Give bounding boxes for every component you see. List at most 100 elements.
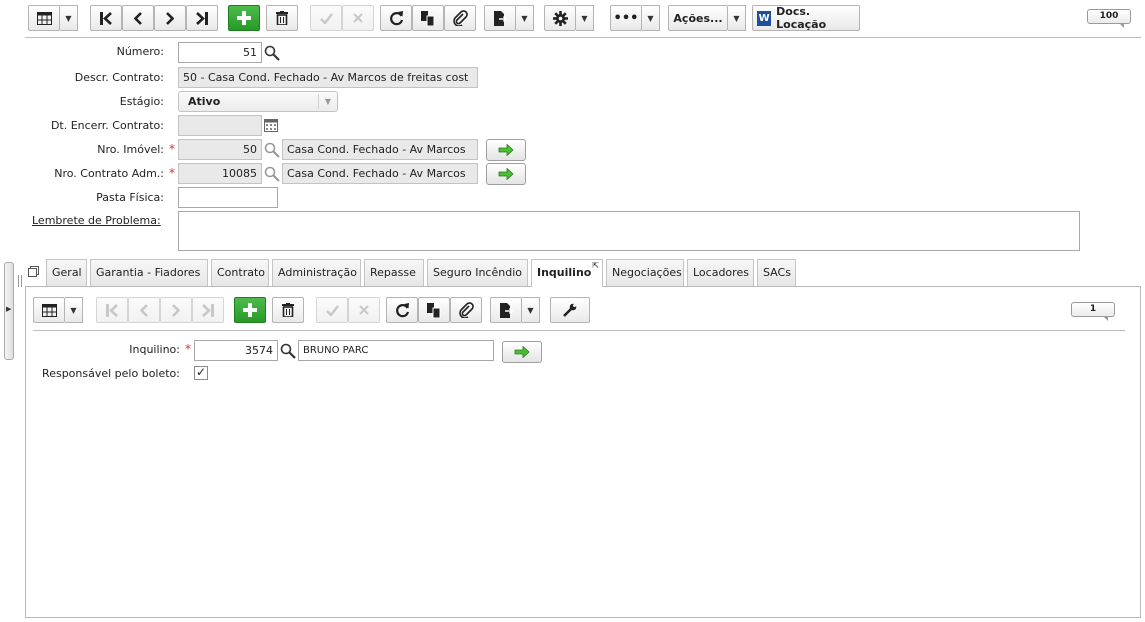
search-icon[interactable] xyxy=(264,142,280,158)
tab-contrato[interactable]: Contrato xyxy=(211,259,269,286)
calendar-icon[interactable] xyxy=(264,119,278,132)
chevron-down-icon: ▼ xyxy=(70,305,77,315)
lembrete-textarea[interactable] xyxy=(178,211,1080,251)
report-button[interactable] xyxy=(484,5,516,31)
panel-prev-record-button[interactable] xyxy=(128,297,160,323)
descr-contrato-field: 50 - Casa Cond. Fechado - Av Marcos de f… xyxy=(178,67,478,88)
first-record-icon xyxy=(106,303,118,317)
inquilino-go-button[interactable] xyxy=(502,341,542,363)
attach-button[interactable] xyxy=(444,5,476,31)
panel-first-record-button[interactable] xyxy=(96,297,128,323)
lembrete-label[interactable]: Lembrete de Problema: xyxy=(32,214,161,227)
last-record-icon xyxy=(202,303,214,317)
add-record-button[interactable] xyxy=(228,5,260,31)
prev-record-icon xyxy=(134,11,142,25)
acoes-button[interactable]: Ações... xyxy=(668,5,728,31)
first-record-icon xyxy=(100,11,112,25)
tab-sacs[interactable]: SACs xyxy=(757,259,796,286)
panel-report-dropdown[interactable]: ▼ xyxy=(522,297,540,323)
cancel-icon xyxy=(353,13,363,23)
chevron-down-icon: ▼ xyxy=(521,13,528,23)
panel-report-button[interactable] xyxy=(490,297,522,323)
dt-encerr-label: Dt. Encerr. Contrato: xyxy=(50,119,164,132)
undock-icon[interactable]: ⇱ xyxy=(592,261,599,270)
settings-dropdown[interactable]: ▼ xyxy=(576,5,594,31)
nro-contrato-adm-go-button[interactable] xyxy=(486,163,526,185)
save-button[interactable] xyxy=(310,5,342,31)
panel-next-record-button[interactable] xyxy=(160,297,192,323)
nro-contrato-adm-input[interactable]: 10085 xyxy=(178,163,262,184)
first-record-button[interactable] xyxy=(90,5,122,31)
delete-icon xyxy=(282,303,294,317)
tab-inquilino[interactable]: Inquilino ⇱ xyxy=(531,259,603,287)
nro-imovel-go-button[interactable] xyxy=(486,139,526,161)
panel-refresh-button[interactable] xyxy=(386,297,418,323)
settings-button[interactable] xyxy=(544,5,576,31)
window-icon[interactable] xyxy=(28,266,39,277)
acoes-dropdown[interactable]: ▼ xyxy=(728,5,746,31)
search-icon[interactable] xyxy=(264,45,280,61)
panel-save-button[interactable] xyxy=(316,297,348,323)
panel-grid-view-dropdown[interactable]: ▼ xyxy=(65,297,83,323)
tab-geral[interactable]: Geral xyxy=(46,259,87,286)
numero-input[interactable]: 51 xyxy=(178,42,262,63)
wrench-icon xyxy=(563,303,577,317)
tab-repasse[interactable]: Repasse xyxy=(364,259,424,286)
pasta-fisica-input[interactable] xyxy=(178,187,278,208)
search-icon[interactable] xyxy=(264,166,280,182)
copy-icon xyxy=(427,302,441,318)
tab-inquilino-label: Inquilino xyxy=(537,266,592,279)
refresh-button[interactable] xyxy=(380,5,412,31)
panel-last-record-button[interactable] xyxy=(192,297,224,323)
refresh-icon xyxy=(389,10,403,25)
estagio-select[interactable]: Ativo ▼ xyxy=(178,91,338,112)
refresh-icon xyxy=(395,302,409,317)
copy-button[interactable] xyxy=(412,5,444,31)
last-record-button[interactable] xyxy=(186,5,218,31)
panel-delete-button[interactable] xyxy=(272,297,304,323)
nro-imovel-label: Nro. Imóvel: xyxy=(97,143,164,156)
docs-locacao-label: Docs. Locação xyxy=(776,5,827,31)
panel-attach-button[interactable] xyxy=(450,297,482,323)
nro-imovel-input[interactable]: 50 xyxy=(178,139,262,160)
delete-record-button[interactable] xyxy=(266,5,298,31)
side-panel-toggle[interactable]: ▶ xyxy=(4,262,14,360)
panel-add-button[interactable] xyxy=(234,297,266,323)
panel-cancel-button[interactable] xyxy=(348,297,380,323)
drag-handle[interactable] xyxy=(18,275,22,287)
grid-icon xyxy=(41,303,57,317)
grid-view-dropdown[interactable]: ▼ xyxy=(60,5,78,31)
docs-locacao-button[interactable]: W Docs. Locação xyxy=(752,5,860,31)
next-record-button[interactable] xyxy=(154,5,186,31)
dt-encerr-input[interactable] xyxy=(178,115,262,136)
arrow-right-icon xyxy=(514,346,530,358)
more-button[interactable]: ••• xyxy=(610,5,642,31)
attach-icon xyxy=(453,10,468,26)
next-record-icon xyxy=(172,303,180,317)
numero-label: Número: xyxy=(116,45,164,58)
nro-contrato-adm-desc: Casa Cond. Fechado - Av Marcos xyxy=(282,163,478,184)
arrow-right-icon xyxy=(498,144,514,156)
tab-locadores[interactable]: Locadores xyxy=(687,259,754,286)
tab-garantia-fiadores[interactable]: Garantia - Fiadores xyxy=(90,259,208,286)
panel-record-count-badge: 1 xyxy=(1071,302,1115,321)
more-icon: ••• xyxy=(613,10,639,26)
search-icon[interactable] xyxy=(280,343,296,359)
prev-record-icon xyxy=(140,303,148,317)
responsavel-boleto-checkbox[interactable]: ✓ xyxy=(194,366,208,380)
panel-tools-button[interactable] xyxy=(550,297,590,323)
tab-administracao[interactable]: Administração xyxy=(272,259,361,286)
panel-copy-button[interactable] xyxy=(418,297,450,323)
tab-negociacoes[interactable]: Negociações xyxy=(606,259,684,286)
prev-record-button[interactable] xyxy=(122,5,154,31)
tab-seguro-incendio[interactable]: Seguro Incêndio xyxy=(427,259,528,286)
more-dropdown[interactable]: ▼ xyxy=(642,5,660,31)
chevron-down-icon: ▼ xyxy=(647,13,654,23)
panel-grid-view-button[interactable] xyxy=(33,297,65,323)
report-icon xyxy=(493,10,507,26)
estagio-value: Ativo xyxy=(188,95,221,108)
cancel-button[interactable] xyxy=(342,5,374,31)
report-dropdown[interactable]: ▼ xyxy=(516,5,534,31)
grid-view-button[interactable] xyxy=(28,5,60,31)
inquilino-input[interactable]: 3574 xyxy=(194,340,278,361)
